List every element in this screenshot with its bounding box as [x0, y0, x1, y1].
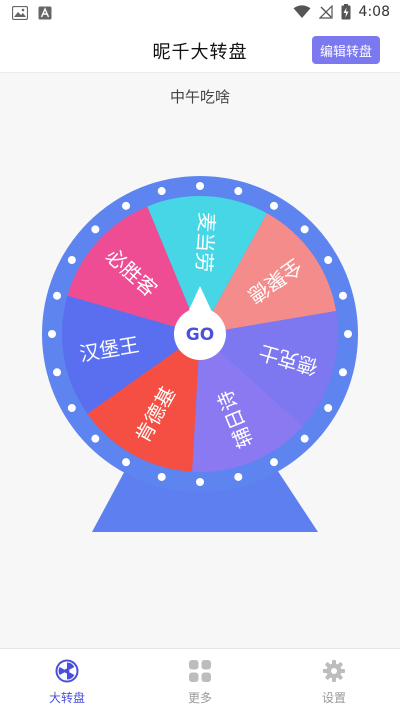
font-icon	[38, 6, 52, 20]
rim-light-dot	[300, 434, 309, 443]
tab-wheel[interactable]: 大转盘	[17, 649, 117, 712]
rim-light-dot	[270, 201, 278, 210]
app-bar: 昵千大转盘 编辑转盘	[0, 28, 400, 73]
bottom-tab-bar: 大转盘 更多 设置	[0, 648, 400, 712]
rim-light-dot	[157, 472, 166, 481]
rim-light-dot	[344, 330, 352, 338]
rim-light-dot	[324, 256, 333, 264]
status-time: 4:08	[358, 4, 390, 20]
spin-wheel[interactable]: 全聚德德克士辅日诗肯德基汉堡王必胜客 麦当劳 GO	[0, 160, 400, 540]
tab-settings-label: 设置	[321, 691, 346, 705]
wheel-icon	[55, 659, 79, 683]
status-left	[12, 6, 52, 20]
rim-light-dot	[91, 434, 100, 443]
status-right: 4:08	[293, 4, 390, 20]
status-bar: 4:08	[0, 0, 400, 28]
tab-settings[interactable]: 设置	[284, 649, 384, 712]
wheel-segment-label: 麦当劳	[192, 212, 219, 273]
rim-light-dot	[270, 458, 278, 467]
rim-light-dot	[196, 478, 204, 486]
rim-light-dot	[338, 291, 347, 300]
rim-light-dot	[122, 458, 130, 467]
tab-wheel-label: 大转盘	[48, 691, 85, 705]
rim-light-dot	[234, 472, 243, 481]
tab-more[interactable]: 更多	[150, 649, 250, 712]
rim-light-dot	[91, 225, 100, 234]
gear-icon	[323, 660, 345, 682]
wheel-title: 中午吃啥	[169, 88, 230, 106]
rim-light-dot	[67, 256, 76, 264]
image-icon	[12, 6, 28, 20]
rim-light-dot	[234, 187, 243, 196]
rim-light-dot	[324, 404, 333, 412]
edit-wheel-button[interactable]: 编辑转盘	[311, 36, 380, 64]
spin-button-label[interactable]: GO	[186, 325, 214, 345]
rim-light-dot	[300, 225, 309, 234]
rim-light-dot	[53, 368, 62, 377]
rim-light-dot	[157, 187, 166, 196]
rim-light-dot	[196, 182, 204, 190]
grid-icon	[189, 660, 211, 682]
rim-light-dot	[122, 201, 130, 210]
rim-light-dot	[53, 291, 62, 300]
rim-light-dot	[67, 404, 76, 412]
tab-more-label: 更多	[187, 691, 212, 705]
rim-light-dot	[48, 330, 56, 338]
battery-charging-icon	[341, 4, 351, 20]
wifi-icon	[293, 5, 311, 18]
no-signal-icon	[318, 5, 333, 19]
rim-light-dot	[338, 368, 347, 377]
